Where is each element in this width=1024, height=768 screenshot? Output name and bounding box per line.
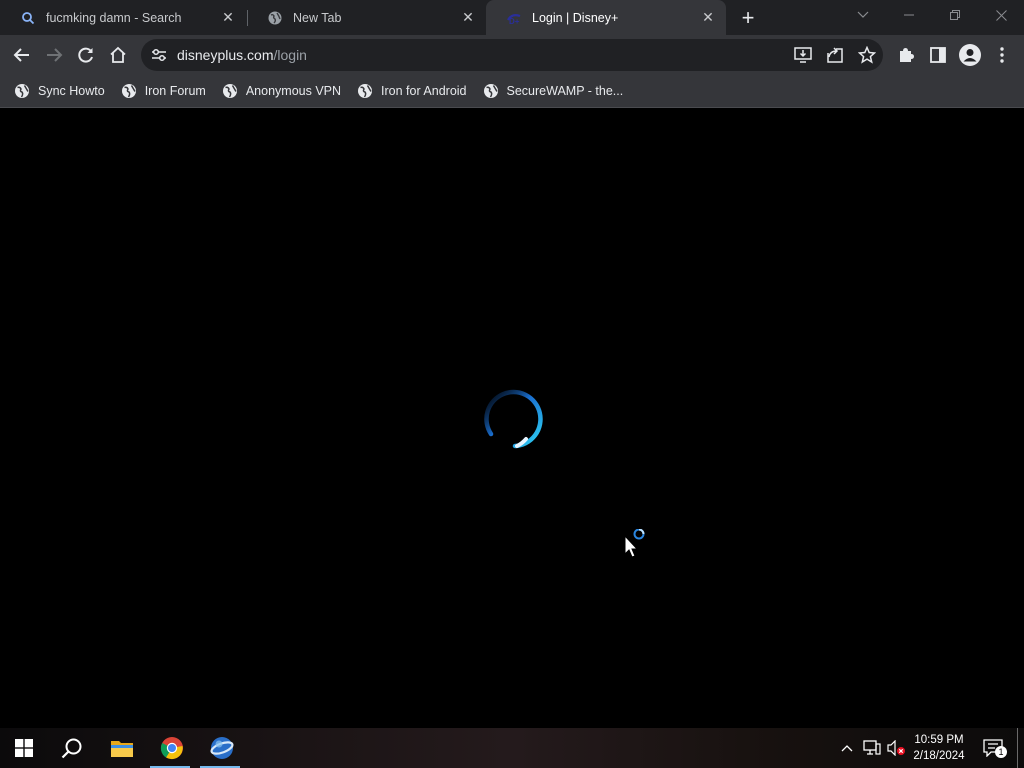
url-path: /login: [273, 47, 307, 63]
tab-search[interactable]: fucmking damn - Search ✕: [0, 0, 246, 35]
notifications-icon[interactable]: 1: [978, 728, 1008, 768]
globe-icon: [15, 84, 29, 98]
file-explorer-icon[interactable]: [98, 728, 146, 768]
url-text: disneyplus.com/login: [177, 47, 307, 63]
tab-disney-login[interactable]: D+ Login | Disney+ ✕: [486, 0, 726, 35]
bookmark-sync-howto[interactable]: Sync Howto: [8, 77, 113, 105]
bookmark-star-icon[interactable]: [851, 39, 883, 71]
tab-title: New Tab: [293, 10, 342, 25]
windows-start-icon[interactable]: [0, 728, 48, 768]
show-desktop-button[interactable]: [1017, 728, 1018, 768]
close-icon[interactable]: ✕: [216, 6, 240, 30]
disney-favicon: D+: [506, 10, 522, 26]
clock-date: 2/18/2024: [913, 750, 965, 762]
tab-title: Login | Disney+: [532, 10, 619, 25]
new-tab-button[interactable]: +: [734, 4, 762, 32]
volume-muted-icon[interactable]: [884, 728, 908, 768]
globe-icon: [222, 84, 237, 98]
network-icon[interactable]: [860, 728, 884, 768]
globe-icon: [358, 84, 373, 98]
restore-icon[interactable]: [932, 0, 978, 30]
browser-toolbar: disneyplus.com/login: [0, 35, 1024, 75]
notification-count-badge: 1: [995, 746, 1007, 758]
iron-browser-icon[interactable]: [198, 728, 246, 768]
install-app-icon[interactable]: [787, 39, 819, 71]
svg-text:D+: D+: [509, 17, 520, 26]
site-info-icon[interactable]: [143, 39, 175, 71]
tab-strip: fucmking damn - Search ✕ New Tab ✕ D+ Lo…: [0, 0, 1024, 35]
search-icon: [20, 10, 36, 26]
side-panel-icon[interactable]: [922, 39, 954, 71]
menu-dots-icon[interactable]: [986, 39, 1018, 71]
close-icon[interactable]: ✕: [696, 6, 720, 30]
busy-cursor-icon: [624, 529, 645, 558]
bookmark-label: Iron Forum: [144, 84, 206, 98]
bookmark-iron-forum[interactable]: Iron Forum: [115, 77, 214, 105]
tab-title: fucmking damn - Search: [46, 10, 182, 25]
minimize-icon[interactable]: [886, 0, 932, 30]
bookmark-label: Iron for Android: [381, 84, 467, 98]
loading-spinner: [484, 389, 543, 449]
home-icon[interactable]: [102, 39, 134, 71]
bookmark-anonymous-vpn[interactable]: Anonymous VPN: [216, 77, 349, 105]
bookmark-iron-for-android[interactable]: Iron for Android: [351, 77, 474, 105]
bookmark-securewamp[interactable]: SecureWAMP - the...: [477, 77, 632, 105]
url-host: disneyplus.com: [177, 47, 274, 63]
page-viewport: [0, 109, 1024, 728]
taskbar-search-icon[interactable]: [48, 728, 96, 768]
tab-search-dropdown-icon[interactable]: [840, 0, 886, 30]
back-icon[interactable]: [6, 39, 38, 71]
forward-icon[interactable]: [38, 39, 70, 71]
chrome-icon[interactable]: [148, 728, 196, 768]
share-icon[interactable]: [819, 39, 851, 71]
reload-icon[interactable]: [70, 39, 102, 71]
globe-icon: [121, 84, 136, 98]
system-clock[interactable]: 10:59 PM 2/18/2024: [906, 732, 972, 764]
bookmark-label: Sync Howto: [38, 84, 105, 98]
address-bar[interactable]: disneyplus.com/login: [141, 39, 883, 71]
clock-time: 10:59 PM: [914, 734, 964, 746]
bookmarks-bar: Sync Howto Iron Forum Anonymous VPN Iron…: [0, 75, 1024, 108]
bookmark-label: Anonymous VPN: [245, 84, 342, 98]
tab-new-tab[interactable]: New Tab ✕: [247, 0, 486, 35]
extensions-icon[interactable]: [890, 39, 922, 71]
bookmark-label: SecureWAMP - the...: [506, 84, 624, 98]
windows-taskbar: 10:59 PM 2/18/2024 1: [0, 728, 1024, 768]
close-window-icon[interactable]: [978, 0, 1024, 30]
show-hidden-icons-icon[interactable]: [836, 728, 858, 768]
globe-icon: [483, 84, 498, 98]
profile-avatar-icon[interactable]: [954, 39, 986, 71]
close-icon[interactable]: ✕: [456, 6, 480, 30]
globe-icon: [267, 10, 283, 26]
